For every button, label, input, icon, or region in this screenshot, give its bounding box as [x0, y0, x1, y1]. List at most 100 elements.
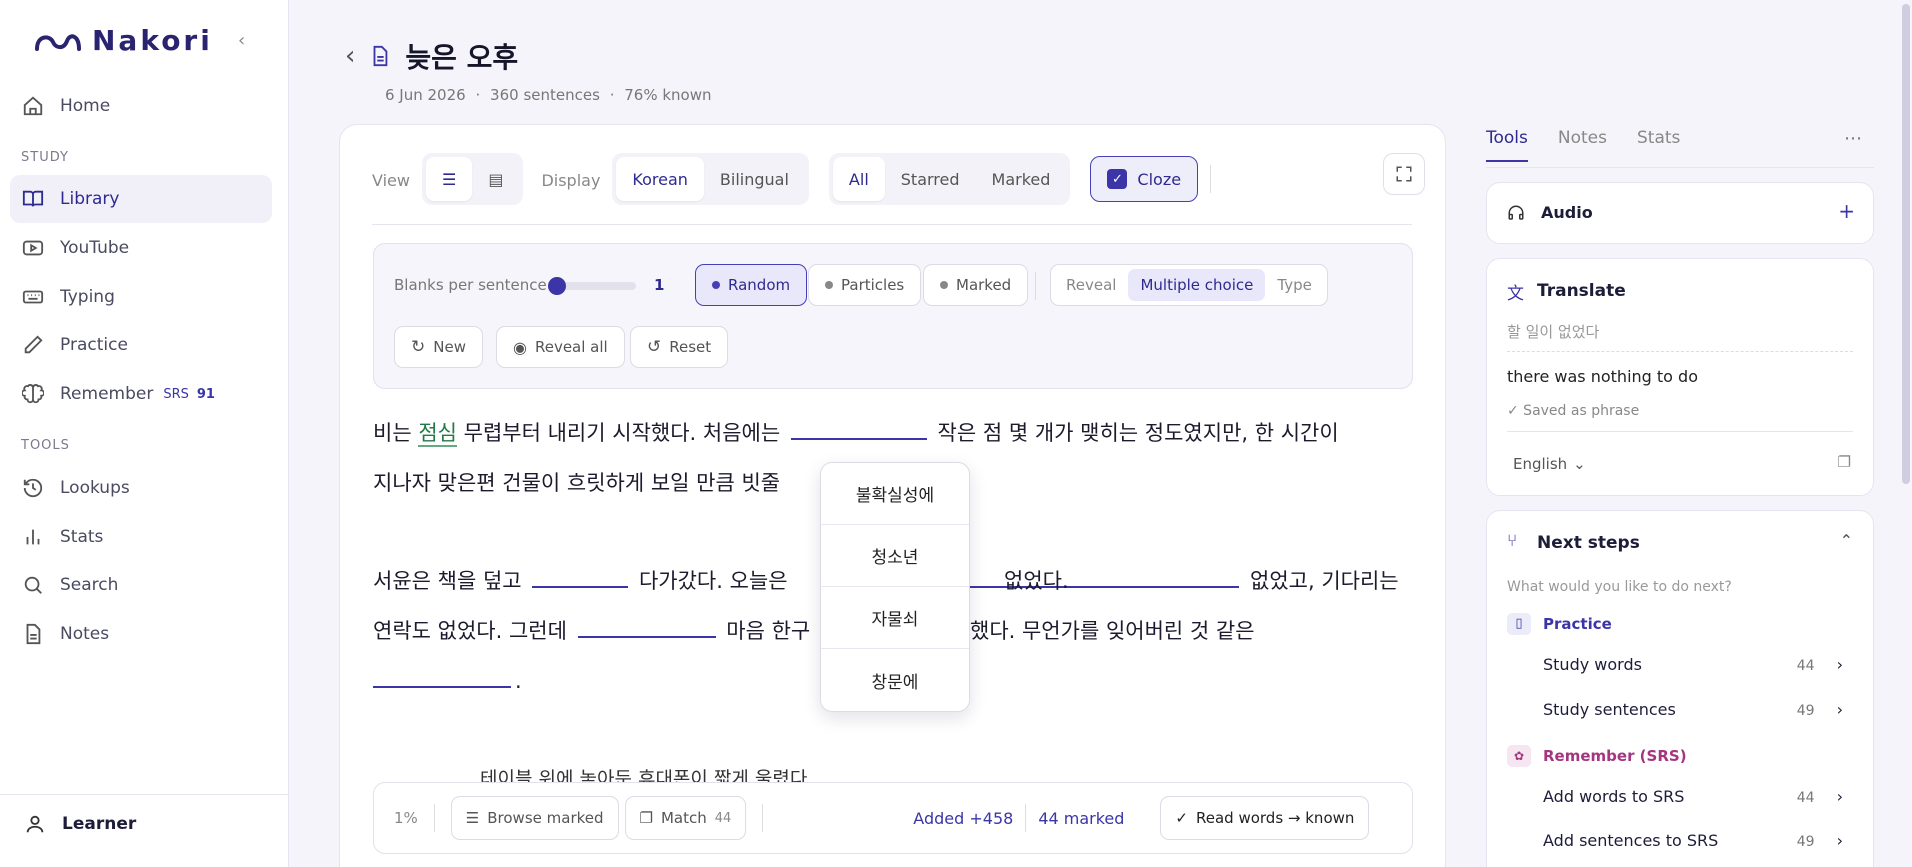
- user-profile[interactable]: Learner: [0, 794, 289, 853]
- divider: [1486, 167, 1874, 168]
- bottom-bar: 1% ☰ Browse marked ❐ Match 44 Added +458 44…: [373, 782, 1413, 854]
- choice-option[interactable]: 불확실성에: [821, 463, 969, 525]
- right-panel: Tools Notes Stats ⋯ Audio + 文 Translate …: [1486, 0, 1876, 867]
- blanks-slider[interactable]: [548, 277, 636, 295]
- doc-header: ‹ 늦은 오후 6 Jun 2026 · 360 sentences · 76%…: [345, 36, 712, 104]
- right-tabs: Tools Notes Stats: [1486, 128, 1680, 162]
- cloze-panel: Blanks per sentence 1 Random Particles M…: [373, 243, 1413, 389]
- cloze-toggle[interactable]: ✓ Cloze: [1090, 156, 1199, 202]
- meta-separator: ·: [609, 86, 615, 104]
- choice-option[interactable]: 자물쇠: [821, 587, 969, 649]
- view-paragraph-button[interactable]: ☰: [425, 157, 473, 201]
- book-icon: ▯: [1507, 613, 1531, 635]
- add-sentences-row[interactable]: Add sentences to SRS 49 ›: [1543, 831, 1843, 850]
- user-icon: [26, 815, 44, 833]
- back-icon[interactable]: ‹: [345, 41, 355, 71]
- nav-search-label: Search: [60, 575, 119, 595]
- mode-marked[interactable]: Marked: [923, 264, 1029, 306]
- undo-icon: ↺: [647, 337, 662, 357]
- text-span: 없었고, 기다리는: [1250, 569, 1399, 593]
- copy-icon[interactable]: ❐: [1838, 453, 1851, 471]
- cloze-blank[interactable]: [790, 418, 927, 440]
- cloze-blank[interactable]: [577, 616, 716, 638]
- chevron-down-icon: ⌄: [1573, 455, 1586, 473]
- mode-particles[interactable]: Particles: [808, 264, 922, 306]
- expand-icon: [1396, 166, 1412, 182]
- add-words-row[interactable]: Add words to SRS 44 ›: [1543, 787, 1843, 806]
- filter-marked[interactable]: Marked: [976, 157, 1067, 201]
- collapse-sidebar-icon[interactable]: ‹: [238, 30, 245, 51]
- add-icon[interactable]: +: [1838, 199, 1855, 223]
- added-count: Added +458: [913, 808, 1014, 828]
- new-button-label: New: [433, 338, 466, 356]
- read-words-known-button[interactable]: ✓ Read words → known: [1160, 796, 1370, 840]
- new-button[interactable]: ↻ New: [394, 326, 483, 368]
- tab-notes[interactable]: Notes: [1558, 128, 1607, 162]
- cloze-blank[interactable]: [373, 666, 511, 688]
- nav-typing[interactable]: Typing: [10, 273, 272, 321]
- reveal-all-button[interactable]: ◉ Reveal all: [496, 326, 625, 368]
- chevron-up-icon[interactable]: ⌃: [1840, 531, 1853, 550]
- answer-multiple-choice[interactable]: Multiple choice: [1128, 269, 1266, 301]
- nav-home[interactable]: Home: [10, 82, 272, 130]
- display-toggle: Korean Bilingual: [612, 153, 809, 205]
- highlighted-word[interactable]: 점심: [418, 421, 457, 447]
- choice-option[interactable]: 창문에: [821, 649, 969, 711]
- tab-stats[interactable]: Stats: [1637, 128, 1680, 162]
- nav-youtube[interactable]: YouTube: [10, 224, 272, 272]
- scrollbar[interactable]: [1902, 4, 1910, 484]
- nav-library[interactable]: Library: [10, 175, 272, 223]
- reset-button[interactable]: ↺ Reset: [630, 326, 729, 368]
- cloze-blank[interactable]: [532, 566, 629, 588]
- dot-icon: [825, 281, 833, 289]
- filter-starred[interactable]: Starred: [885, 157, 976, 201]
- history-icon: [23, 478, 43, 498]
- cloze-label: Cloze: [1137, 169, 1182, 189]
- search-icon: [24, 576, 42, 594]
- language-select[interactable]: English ⌄: [1513, 455, 1586, 473]
- divider: [433, 804, 435, 832]
- more-icon[interactable]: ⋯: [1844, 128, 1862, 149]
- tab-tools[interactable]: Tools: [1486, 128, 1528, 162]
- browse-marked-button[interactable]: ☰ Browse marked: [450, 796, 619, 840]
- filter-all[interactable]: All: [832, 157, 885, 201]
- choice-option[interactable]: 청소년: [821, 525, 969, 587]
- fullscreen-button[interactable]: [1383, 153, 1425, 195]
- answer-reveal[interactable]: Reveal: [1054, 276, 1128, 294]
- pen-icon: [24, 335, 43, 354]
- nav-remember[interactable]: Remember SRS 91: [10, 370, 272, 418]
- answer-type[interactable]: Type: [1265, 276, 1323, 294]
- tools-section-label: TOOLS: [21, 438, 70, 453]
- cloze-blank[interactable]: [1079, 566, 1240, 588]
- nav-search[interactable]: Search: [10, 561, 272, 609]
- view-toggle: ☰ ▤: [421, 153, 524, 205]
- next-steps-card: ⑂ Next steps ⌃ What would you like to do…: [1486, 510, 1874, 867]
- next-steps-title: Next steps: [1537, 533, 1640, 553]
- display-korean[interactable]: Korean: [616, 157, 704, 201]
- divider: [1210, 165, 1212, 193]
- nav-stats[interactable]: Stats: [10, 513, 272, 561]
- nav-practice[interactable]: Practice: [10, 321, 272, 369]
- audio-card[interactable]: Audio +: [1486, 182, 1874, 244]
- document-icon: [373, 45, 388, 67]
- checkbox-icon: ✓: [1107, 169, 1128, 189]
- divider: [1507, 351, 1853, 352]
- nav-notes[interactable]: Notes: [10, 610, 272, 658]
- browse-marked-label: Browse marked: [487, 809, 604, 827]
- study-words-row[interactable]: Study words 44 ›: [1543, 655, 1843, 674]
- mode-random[interactable]: Random: [695, 264, 808, 306]
- view-cards-button[interactable]: ▤: [472, 157, 519, 201]
- sentence-line: 비는 점심 무렵부터 내리기 시작했다. 처음에는 작은 점 몇 개가 맺히는 …: [373, 408, 1339, 458]
- study-sentences-row[interactable]: Study sentences 49 ›: [1543, 700, 1843, 719]
- translate-title: Translate: [1537, 281, 1626, 301]
- slider-thumb[interactable]: [548, 277, 566, 295]
- text-span: 다가갔다. 오늘은: [638, 569, 788, 593]
- text-span: 비는: [373, 421, 412, 445]
- display-bilingual[interactable]: Bilingual: [704, 157, 805, 201]
- video-icon: [22, 240, 44, 256]
- reset-button-label: Reset: [669, 338, 712, 356]
- nav-lookups[interactable]: Lookups: [10, 464, 272, 512]
- chevron-right-icon: ›: [1836, 655, 1843, 674]
- logo-icon: [35, 33, 81, 51]
- match-button[interactable]: ❐ Match 44: [624, 796, 747, 840]
